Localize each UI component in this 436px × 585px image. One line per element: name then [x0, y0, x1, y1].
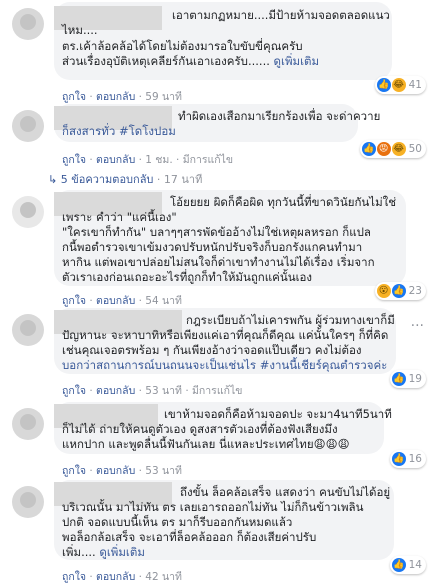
comment-5: เขาห้ามจอดก็คือห้ามจอดปะ จะมา4นาที5นาที … — [0, 402, 436, 490]
like-icon: 👍 — [391, 558, 406, 572]
comment-time[interactable]: 42 นาที — [145, 571, 182, 583]
haha-icon: 😂 — [391, 142, 406, 156]
like-icon: 👍 — [361, 142, 376, 156]
reply-link[interactable]: ตอบกลับ — [96, 154, 135, 166]
comment-text: กฎระเบียบถ้าไม่เคารพกัน ผู้ร่วมทางเขาก็ม… — [62, 313, 395, 372]
comment-actions: ถูกใจ · ตอบกลับ · 59 นาที — [62, 91, 182, 103]
reply-link[interactable]: ตอบกลับ — [96, 571, 135, 583]
reply-link[interactable]: ตอบกลับ — [96, 91, 135, 103]
comment-time[interactable]: 53 นาที — [145, 385, 182, 397]
more-dots-icon[interactable]: ··· — [411, 318, 424, 334]
avatar[interactable] — [12, 486, 44, 518]
comment-3: โอ้ยยยย ผิดก็คือผิด ทุกวันนี้ที่ขาดวินัย… — [0, 190, 436, 312]
reply-link[interactable]: ตอบกลับ — [96, 385, 135, 397]
edited-label[interactable]: มีการแก้ไข — [192, 385, 242, 397]
reply-arrow-icon: ↳ — [48, 173, 58, 186]
comment-6: ถึงขั้น ล็อคล้อเสร็จ แสดงว่า คนขับไม่ได้… — [0, 480, 436, 585]
comment-text: ถึงขั้น ล็อคล้อเสร็จ แสดงว่า คนขับไม่ได้… — [62, 485, 391, 559]
comment-4: ··· กฎระเบียบถ้าไม่เคารพกัน ผู้ร่วมทางเข… — [0, 308, 436, 408]
avatar[interactable] — [12, 110, 44, 142]
like-link[interactable]: ถูกใจ — [62, 465, 86, 477]
comment-actions: ถูกใจ · ตอบกลับ · 1 ชม. · มีการแก้ไข — [62, 154, 234, 166]
like-link[interactable]: ถูกใจ — [62, 154, 86, 166]
like-link[interactable]: ถูกใจ — [62, 91, 86, 103]
comment-text: ทำผิดเองเสือกมาเรียกร้องเพื่อ จะด่าควาย … — [62, 109, 381, 138]
like-icon: 👍 — [391, 452, 406, 466]
edited-label[interactable]: มีการแก้ไข — [183, 154, 233, 166]
reaction-summary[interactable]: 😮 👍 23 — [374, 282, 426, 300]
comment-actions: ถูกใจ · ตอบกลับ · 53 นาที — [62, 465, 182, 477]
comment-actions: ถูกใจ · ตอบกลับ · 53 นาที · มีการแก้ไข — [62, 385, 243, 397]
avatar[interactable] — [12, 8, 44, 40]
comment-text: เอาตามกฏหมาย....มีป้ายห้ามจอดตลอดแนว ไหม… — [62, 8, 390, 68]
comment-time[interactable]: 53 นาที — [145, 465, 182, 477]
like-link[interactable]: ถูกใจ — [62, 571, 86, 583]
angry-icon: 😡 — [376, 142, 391, 156]
reaction-summary[interactable]: 👍 😂 41 — [374, 76, 426, 94]
like-icon: 👍 — [391, 284, 406, 298]
avatar[interactable] — [12, 314, 44, 346]
like-icon: 👍 — [391, 372, 406, 386]
comment-time[interactable]: 59 นาที — [145, 91, 182, 103]
wow-icon: 😮 — [376, 284, 391, 298]
avatar[interactable] — [12, 408, 44, 440]
reply-link[interactable]: ตอบกลับ — [96, 465, 135, 477]
reply-link[interactable]: ตอบกลับ — [96, 295, 135, 307]
comment-actions: ถูกใจ · ตอบกลับ · 42 นาที — [62, 571, 182, 583]
comment-actions: ถูกใจ · ตอบกลับ · 54 นาที — [62, 295, 182, 307]
like-link[interactable]: ถูกใจ — [62, 295, 86, 307]
comment-1: เอาตามกฏหมาย....มีป้ายห้ามจอดตลอดแนว ไหม… — [0, 0, 436, 112]
avatar[interactable] — [12, 196, 44, 228]
comment-text: เขาห้ามจอดก็คือห้ามจอดปะ จะมา4นาที5นาที … — [62, 407, 392, 451]
see-more-link[interactable]: ดูเพิ่มเติม — [99, 545, 145, 559]
comment-time[interactable]: 54 นาที — [145, 295, 182, 307]
see-more-link[interactable]: ดูเพิ่มเติม — [274, 54, 320, 68]
like-link[interactable]: ถูกใจ — [62, 385, 86, 397]
reaction-summary[interactable]: 👍 16 — [389, 450, 426, 468]
view-replies-link[interactable]: ↳ 5 ข้อความตอบกลับ · 17 นาที — [48, 170, 202, 188]
haha-icon: 😂 — [391, 78, 406, 92]
reaction-summary[interactable]: 👍 😡 😂 50 — [359, 140, 426, 158]
comment-text: โอ้ยยยย ผิดก็คือผิด ทุกวันนี้ที่ขาดวินัย… — [62, 195, 397, 284]
like-icon: 👍 — [376, 78, 391, 92]
comment-2: ทำผิดเองเสือกมาเรียกร้องเพื่อ จะด่าควาย … — [0, 104, 436, 186]
comment-time[interactable]: 1 ชม. — [145, 154, 172, 166]
reaction-summary[interactable]: 👍 19 — [389, 370, 426, 388]
reaction-summary[interactable]: 👍 14 — [389, 556, 426, 574]
